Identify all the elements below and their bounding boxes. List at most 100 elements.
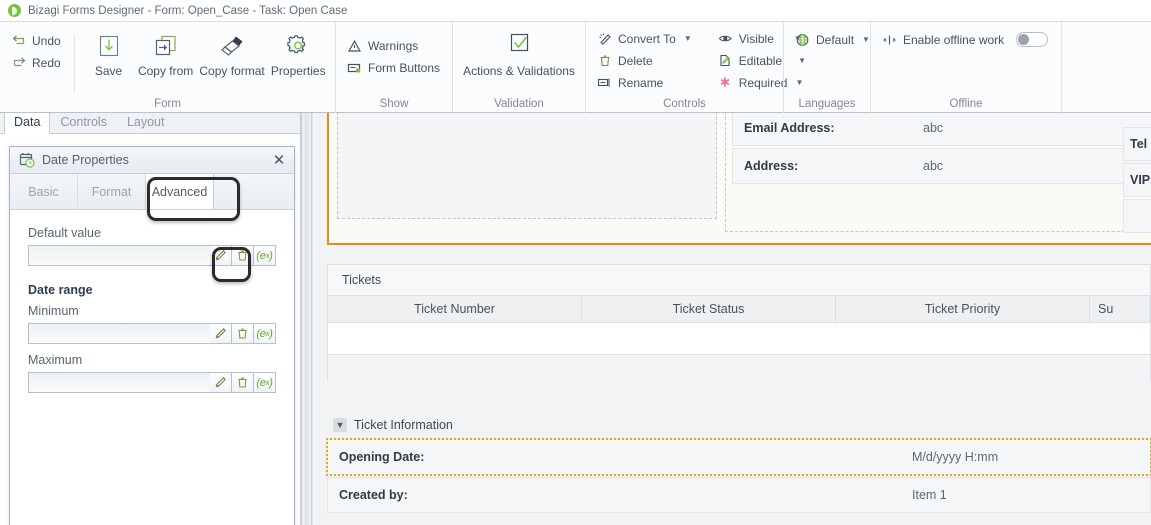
trash-icon[interactable]: [232, 372, 254, 393]
expression-ex-icon[interactable]: (e x): [254, 372, 276, 393]
actions-validations-button[interactable]: Actions & Validations: [459, 28, 579, 78]
properties-button[interactable]: Properties: [267, 28, 329, 78]
maximum-input[interactable]: [28, 372, 210, 393]
edit-pencil-icon[interactable]: [210, 245, 232, 266]
eye-icon: [718, 31, 733, 46]
save-button[interactable]: Save: [83, 28, 135, 78]
panel-splitter[interactable]: [301, 113, 312, 525]
rename-button[interactable]: Rename: [592, 73, 697, 92]
tab-data[interactable]: Data: [4, 113, 51, 134]
field-created-by[interactable]: Created by: Item 1: [327, 477, 1151, 513]
warning-triangle-icon: [347, 38, 362, 53]
visible-label: Visible: [738, 31, 774, 46]
ticket-information-header[interactable]: ▼ Ticket Information: [327, 412, 1151, 439]
dialog-tab-format[interactable]: Format: [78, 174, 146, 209]
convert-to-label: Convert To: [618, 31, 676, 46]
warnings-button[interactable]: Warnings: [342, 36, 445, 55]
container-inner-left: [337, 113, 717, 219]
field-vip-clipped[interactable]: VIP: [1123, 163, 1151, 197]
minimum-label: Minimum: [28, 304, 79, 318]
field-label: Created by:: [339, 488, 408, 502]
offline-toggle[interactable]: [1016, 32, 1049, 47]
dialog-tab-basic[interactable]: Basic: [10, 174, 78, 209]
default-value-row: (e x): [28, 245, 276, 266]
copy-format-button[interactable]: Copy format: [197, 28, 268, 78]
ribbon-group-label-validation: Validation: [494, 98, 544, 110]
chevron-down-icon[interactable]: ▼: [333, 418, 347, 432]
convert-to-button[interactable]: Convert To ▼: [592, 29, 697, 48]
convert-to-icon: [597, 31, 612, 46]
bizagi-logo-icon: [8, 4, 21, 17]
ribbon-group-label-languages: Languages: [798, 98, 856, 110]
column-header-ticket-number[interactable]: Ticket Number: [328, 296, 582, 322]
delete-label: Delete: [618, 53, 653, 68]
undo-button[interactable]: Undo: [6, 31, 66, 50]
ribbon-group-languages: Default ▼ Languages: [783, 22, 870, 113]
expression-ex-icon[interactable]: (e x): [254, 245, 276, 266]
offline-icon: [882, 32, 897, 47]
tab-controls[interactable]: Controls: [50, 113, 117, 133]
maximum-row: (e x): [28, 372, 276, 393]
column-header-su-clipped[interactable]: Su: [1090, 296, 1150, 322]
field-address[interactable]: Address: abc: [732, 148, 1151, 184]
field-value: Item 1: [912, 488, 947, 502]
date-properties-dialog: Date Properties ✕ Basic Format Advanced …: [9, 146, 295, 525]
dialog-tabs: Basic Format Advanced: [10, 174, 294, 210]
close-icon[interactable]: ✕: [268, 149, 290, 171]
asterisk-icon: [718, 75, 733, 90]
selected-container[interactable]: Email Address: abc Address: abc: [327, 113, 1151, 245]
main-area: Data Controls Layout ✓Continue with the …: [0, 113, 1151, 525]
copy-format-label: Copy format: [199, 64, 265, 78]
field-label: Tel: [1130, 137, 1148, 151]
tab-layout[interactable]: Layout: [117, 113, 175, 133]
expression-ex-icon[interactable]: (e x): [254, 323, 276, 344]
toggle-knob: [1018, 34, 1030, 45]
date-range-heading: Date range: [28, 283, 93, 297]
redo-button[interactable]: Redo: [6, 53, 66, 72]
language-default-button[interactable]: Default ▼: [790, 30, 875, 49]
edit-pencil-icon[interactable]: [210, 323, 232, 344]
copy-from-icon: [151, 31, 181, 61]
left-panel: Data Controls Layout ✓Continue with the …: [0, 113, 301, 525]
trash-icon[interactable]: [232, 245, 254, 266]
copy-from-button[interactable]: Copy from: [135, 28, 197, 78]
undo-icon: [11, 33, 26, 48]
edit-pencil-icon[interactable]: [210, 372, 232, 393]
dialog-title-bar: Date Properties ✕: [10, 147, 294, 174]
tickets-footer: [328, 355, 1150, 381]
form-buttons-button[interactable]: Form Buttons: [342, 58, 445, 77]
dialog-tab-advanced[interactable]: Advanced: [146, 174, 214, 209]
save-label: Save: [94, 64, 123, 78]
field-telephone-clipped[interactable]: Tel: [1123, 127, 1151, 161]
minimum-row: (e x): [28, 323, 276, 344]
field-value: abc: [923, 121, 944, 135]
column-header-ticket-priority[interactable]: Ticket Priority: [836, 296, 1090, 322]
section-title: Ticket Information: [354, 418, 453, 432]
field-blank-clipped[interactable]: [1123, 199, 1151, 233]
ribbon-group-offline: Enable offline work Offline: [870, 22, 1061, 113]
default-value-input[interactable]: [28, 245, 210, 266]
tickets-empty-row[interactable]: [328, 323, 1150, 355]
window-title: Bizagi Forms Designer - Form: Open_Case …: [28, 4, 348, 17]
enable-offline-work-label: Enable offline work: [903, 32, 1005, 47]
rename-label: Rename: [618, 75, 664, 90]
delete-button[interactable]: Delete: [592, 51, 697, 70]
date-properties-icon: [19, 152, 35, 168]
maximum-label: Maximum: [28, 353, 83, 367]
field-email-address[interactable]: Email Address: abc: [732, 113, 1151, 146]
properties-label: Properties: [270, 64, 326, 78]
column-header-ticket-status[interactable]: Ticket Status: [582, 296, 836, 322]
field-opening-date[interactable]: Opening Date: M/d/yyyy H:mm: [326, 438, 1151, 476]
form-canvas: Email Address: abc Address: abc Tel VIP …: [312, 113, 1151, 525]
field-value: abc: [923, 159, 944, 173]
trash-icon[interactable]: [232, 323, 254, 344]
ribbon-group-empty: [1061, 22, 1151, 113]
undo-label: Undo: [32, 33, 61, 48]
chevron-down-icon: ▼: [862, 35, 870, 44]
warnings-label: Warnings: [368, 38, 419, 53]
minimum-input[interactable]: [28, 323, 210, 344]
ribbon-separator: [73, 34, 75, 92]
ticket-information-section: ▼ Ticket Information Opening Date: M/d/y…: [326, 412, 1151, 525]
enable-offline-work-row[interactable]: Enable offline work: [877, 30, 1053, 49]
field-value: M/d/yyyy H:mm: [912, 450, 999, 464]
